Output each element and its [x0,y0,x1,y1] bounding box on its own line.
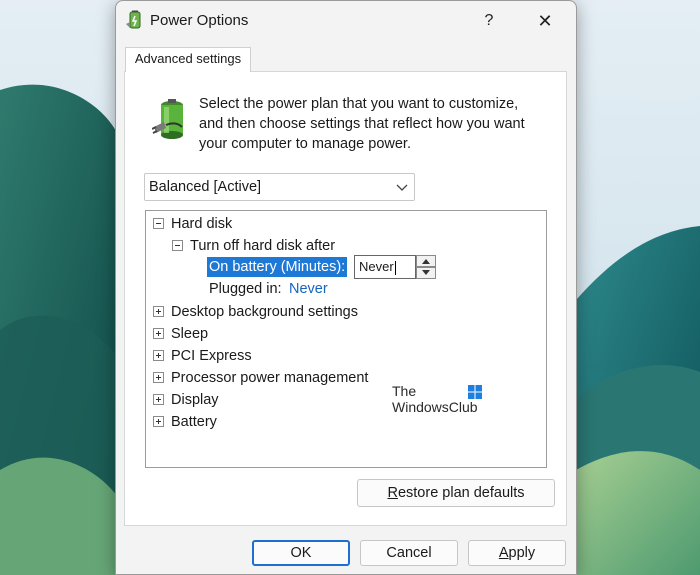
plugged-in-value-link[interactable]: Never [289,279,328,299]
advanced-settings-panel: Select the power plan that you want to c… [124,71,567,526]
help-button[interactable]: ? [466,7,512,35]
cancel-button[interactable]: Cancel [360,540,458,566]
close-button[interactable]: ✕ [522,7,568,35]
tree-item-label: PCI Express [171,348,252,364]
window-title: Power Options [150,12,249,29]
spin-up-button[interactable] [416,255,436,267]
expand-toggle[interactable] [153,306,164,317]
tree-item-label: Display [171,392,219,408]
expand-toggle[interactable] [153,416,164,427]
apply-mnemonic: A [498,545,509,561]
windows-logo-icon [468,385,482,399]
description-line: your computer to manage power. [199,136,411,152]
spin-down-button[interactable] [416,267,436,279]
on-battery-label[interactable]: On battery (Minutes): [207,257,348,277]
expand-toggle[interactable] [153,350,164,361]
ok-button[interactable]: OK [252,540,350,566]
battery-plug-icon [152,99,183,139]
tree-item-label: Battery [171,414,217,430]
tree-item-label: Hard disk [171,216,233,232]
description-line: and then choose settings that reflect ho… [199,116,525,132]
expand-toggle[interactable] [153,328,164,339]
on-battery-minutes-input[interactable]: Never [354,255,416,279]
description-line: Select the power plan that you want to c… [199,96,519,112]
watermark: The WindowsClub [392,383,492,423]
watermark-line: WindowsClub [392,399,478,415]
collapse-toggle[interactable] [172,240,183,251]
tree-item-label: Sleep [171,326,209,342]
tree-item-label: Desktop background settings [171,304,358,320]
apply-label: pply [508,545,536,561]
power-plan-dropdown[interactable]: Balanced [Active] [144,173,415,201]
expand-toggle[interactable] [153,394,164,405]
power-options-icon [126,10,141,29]
restore-label: estore plan defaults [397,485,525,501]
on-battery-value: Never [359,259,394,274]
plugged-in-label: Plugged in: [209,281,282,297]
settings-tree[interactable]: Hard disk Turn off hard disk after On ba… [145,210,547,468]
title-bar[interactable]: Power Options ? ✕ [116,1,576,41]
tree-item-label: Processor power management [171,370,369,386]
tab-advanced-settings[interactable]: Advanced settings [125,47,251,72]
tree-item-label: Turn off hard disk after [190,238,336,254]
restore-plan-defaults-button[interactable]: Restore plan defaults [357,479,555,507]
restore-mnemonic: R [387,485,398,501]
collapse-toggle[interactable] [153,218,164,229]
text-caret [394,260,396,275]
apply-button[interactable]: Apply [468,540,566,566]
power-options-dialog: Power Options ? ✕ Advanced settings Sele… [115,0,577,575]
plan-description: Select the power plan that you want to c… [199,94,549,154]
spin-down-icon [422,270,430,275]
power-plan-value: Balanced [Active] [149,179,262,195]
spin-up-icon [422,259,430,264]
expand-toggle[interactable] [153,372,164,383]
chevron-down-icon [396,184,408,191]
watermark-line: The [392,383,417,399]
